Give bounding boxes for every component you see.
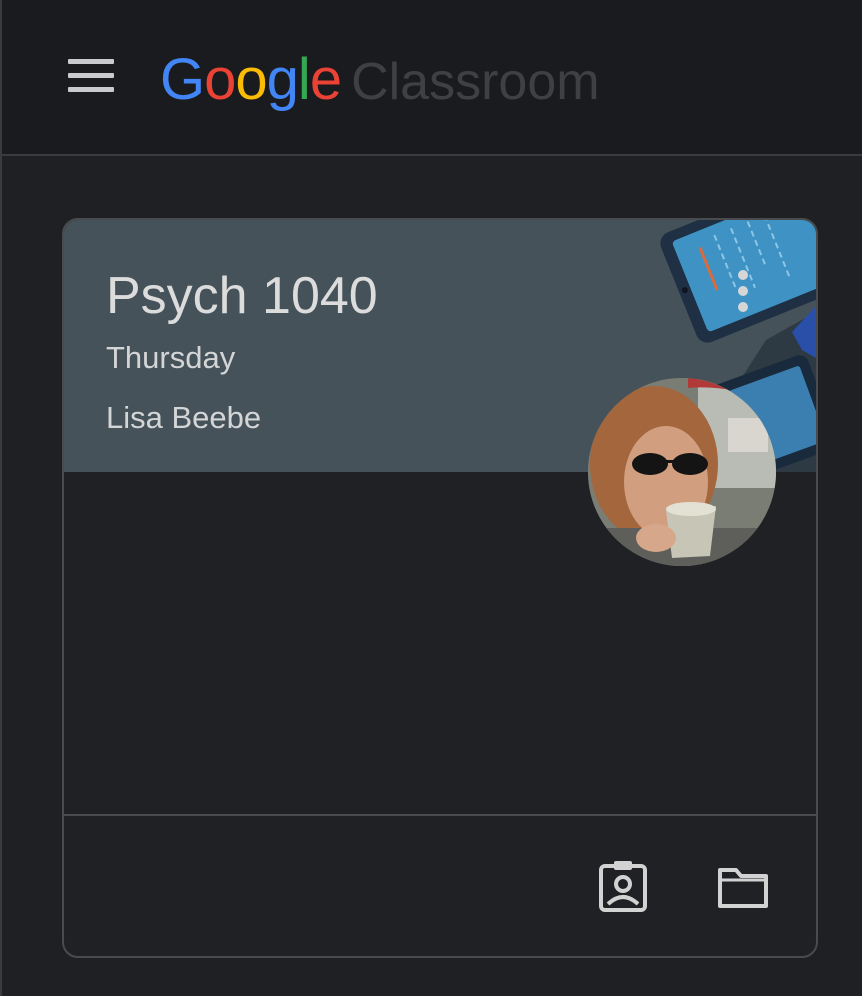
class-card[interactable]: Psych 1040 Thursday Lisa Beebe [62, 218, 818, 958]
top-app-bar: Google Classroom [2, 0, 862, 156]
card-footer-divider [64, 814, 816, 816]
class-title[interactable]: Psych 1040 [106, 266, 378, 326]
hamburger-line [68, 73, 114, 78]
folder-icon[interactable] [716, 860, 770, 914]
dot [738, 286, 748, 296]
class-section: Thursday [106, 340, 236, 375]
google-classroom-logo[interactable]: Google Classroom [160, 40, 600, 120]
logo-letter: o [235, 47, 267, 112]
logo-letter: e [309, 47, 342, 112]
logo-letter: l [297, 47, 311, 112]
teacher-name: Lisa Beebe [106, 400, 262, 435]
hamburger-line [68, 59, 114, 64]
logo-letter: g [266, 47, 299, 112]
logo-letter: G [160, 47, 205, 112]
classroom-app: Google Classroom Psych 1040 Thursday Lis… [0, 0, 862, 996]
your-work-icon[interactable] [596, 860, 650, 914]
avatar-photo [588, 378, 776, 566]
google-wordmark: Google [160, 40, 342, 120]
main-menu-button[interactable] [64, 52, 120, 98]
more-vert-icon[interactable] [728, 268, 758, 318]
dot [738, 302, 748, 312]
dot [738, 270, 748, 280]
product-name: Classroom [351, 53, 600, 111]
logo-letter: o [204, 47, 236, 112]
hamburger-line [68, 87, 114, 92]
teacher-avatar [588, 378, 776, 566]
